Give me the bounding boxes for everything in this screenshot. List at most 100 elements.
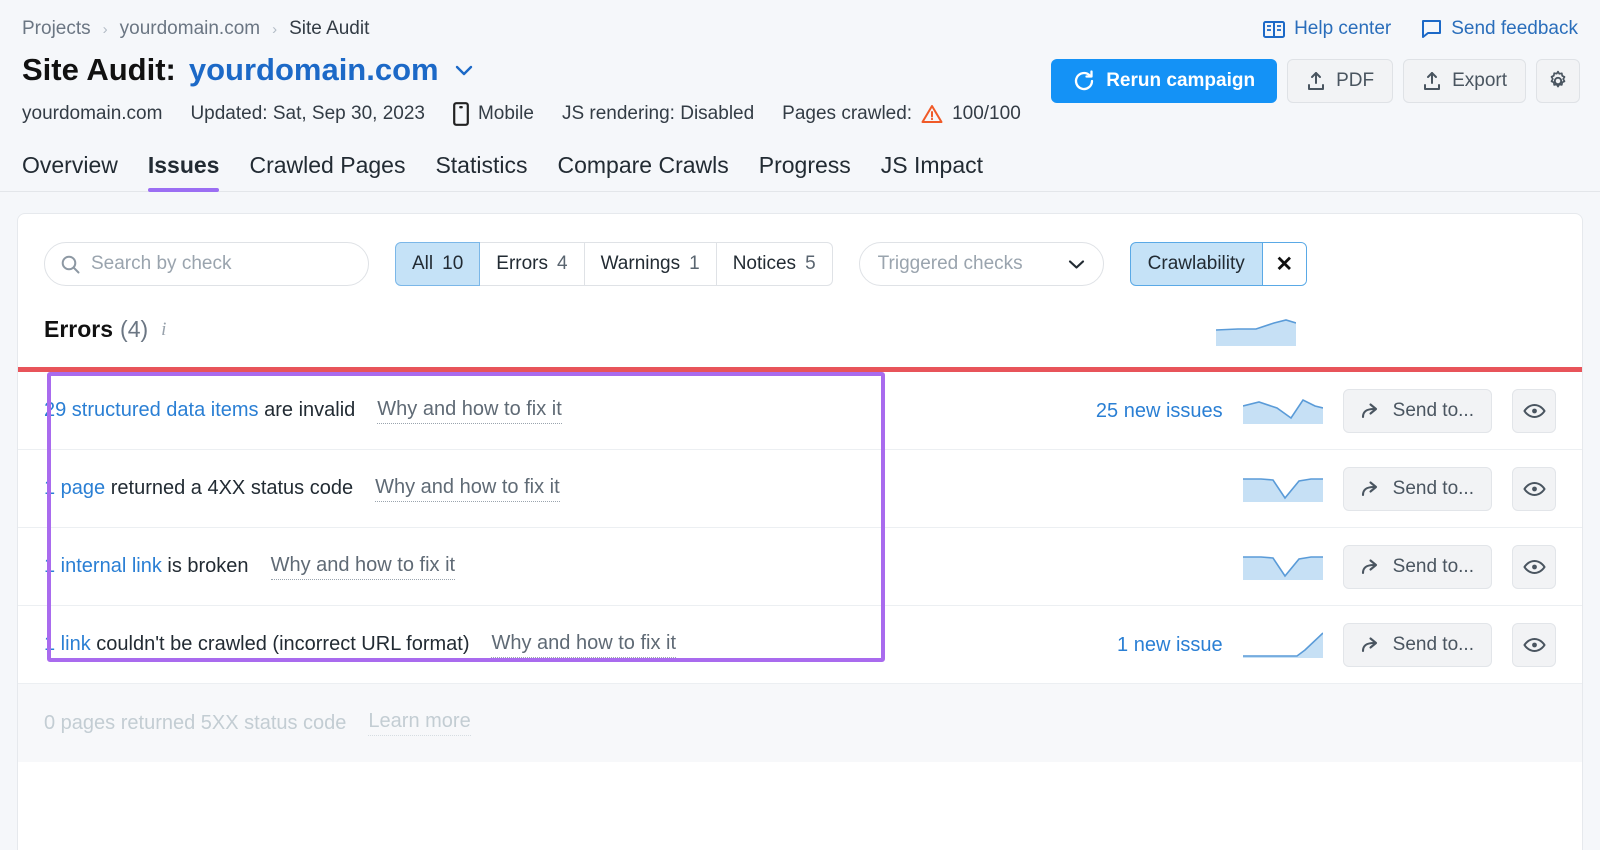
search-icon — [61, 255, 80, 274]
issue-count-link[interactable]: 29 structured data items — [44, 399, 259, 421]
share-arrow-icon — [1361, 558, 1382, 576]
tab-crawled-pages[interactable]: Crawled Pages — [249, 152, 405, 191]
hide-issue-button[interactable] — [1512, 389, 1556, 433]
meta-domain: yourdomain.com — [22, 103, 162, 125]
close-icon[interactable]: ✕ — [1262, 243, 1306, 285]
send-to-label: Send to... — [1393, 478, 1474, 500]
meta-pages-crawled-value: 100/100 — [952, 103, 1021, 125]
tab-issues[interactable]: Issues — [148, 152, 220, 191]
project-domain-selector[interactable]: yourdomain.com — [189, 52, 439, 88]
export-label: Export — [1452, 70, 1507, 92]
chevron-down-icon — [1068, 259, 1085, 270]
eye-icon — [1523, 481, 1546, 497]
send-to-button[interactable]: Send to... — [1343, 467, 1492, 511]
tab-js-impact[interactable]: JS Impact — [881, 152, 983, 191]
filter-segment-errors-label: Errors — [496, 253, 548, 275]
eye-icon — [1523, 637, 1546, 653]
table-row[interactable]: 1 link couldn't be crawled (incorrect UR… — [18, 606, 1582, 684]
filter-segment-all[interactable]: All 10 — [395, 242, 480, 286]
export-button[interactable]: Export — [1403, 59, 1526, 103]
gear-icon — [1547, 70, 1569, 92]
tab-progress[interactable]: Progress — [759, 152, 851, 191]
row-actions: Send to... — [1073, 450, 1556, 528]
row-actions: 25 new issues Send to... — [1073, 372, 1556, 450]
send-to-label: Send to... — [1393, 556, 1474, 578]
why-and-how-link[interactable]: Why and how to fix it — [271, 554, 456, 580]
pdf-export-label: PDF — [1336, 70, 1374, 92]
send-feedback-link[interactable]: Send feedback — [1421, 18, 1578, 40]
errors-title: Errors — [44, 316, 113, 343]
refresh-icon — [1073, 70, 1095, 92]
send-to-button[interactable]: Send to... — [1343, 389, 1492, 433]
issue-rest-text: are invalid — [259, 399, 356, 421]
rerun-campaign-button[interactable]: Rerun campaign — [1051, 59, 1277, 103]
speech-bubble-icon — [1421, 19, 1442, 39]
table-row[interactable]: 0 pages returned 5XX status code Learn m… — [18, 684, 1582, 762]
rerun-campaign-label: Rerun campaign — [1106, 70, 1255, 92]
hide-issue-button[interactable] — [1512, 545, 1556, 589]
issues-panel: All 10 Errors 4 Warnings 1 Notices 5 Tri… — [17, 213, 1583, 850]
filter-segment-notices-count: 5 — [805, 253, 816, 275]
new-issues-link[interactable]: 1 new issue — [1073, 634, 1223, 657]
filter-bar: All 10 Errors 4 Warnings 1 Notices 5 Tri… — [18, 214, 1582, 286]
send-feedback-label: Send feedback — [1451, 18, 1578, 40]
issue-sparkline — [1243, 552, 1323, 582]
meta-device: Mobile — [453, 102, 534, 126]
send-to-label: Send to... — [1393, 400, 1474, 422]
hide-issue-button[interactable] — [1512, 623, 1556, 667]
meta-updated: Updated: Sat, Sep 30, 2023 — [190, 103, 425, 125]
settings-button[interactable] — [1536, 59, 1580, 103]
issue-title: 0 pages returned 5XX status code — [44, 712, 346, 735]
search-box[interactable] — [44, 242, 369, 286]
filter-segment-notices[interactable]: Notices 5 — [717, 242, 833, 286]
new-issues-link[interactable]: 25 new issues — [1073, 400, 1223, 423]
why-and-how-link[interactable]: Why and how to fix it — [491, 632, 676, 658]
issue-title: 1 page returned a 4XX status code — [44, 477, 353, 500]
issues-list: 29 structured data items are invalid Why… — [18, 372, 1582, 762]
book-icon — [1263, 20, 1285, 39]
filter-segment-errors[interactable]: Errors 4 — [480, 242, 584, 286]
hide-issue-button[interactable] — [1512, 467, 1556, 511]
eye-icon — [1523, 403, 1546, 419]
row-actions: 1 new issue Send to... — [1073, 606, 1556, 684]
breadcrumb-item-site-audit: Site Audit — [289, 18, 369, 40]
tab-overview[interactable]: Overview — [22, 152, 118, 191]
chevron-down-icon[interactable] — [454, 64, 474, 77]
filter-segment-warnings[interactable]: Warnings 1 — [585, 242, 717, 286]
mobile-icon — [453, 102, 469, 126]
tab-compare-crawls[interactable]: Compare Crawls — [557, 152, 728, 191]
help-center-link[interactable]: Help center — [1263, 18, 1391, 40]
share-arrow-icon — [1361, 402, 1382, 420]
learn-more-link[interactable]: Learn more — [368, 710, 470, 736]
chip-label: Crawlability — [1131, 243, 1262, 285]
active-filter-chip-crawlability[interactable]: Crawlability ✕ — [1130, 242, 1307, 286]
table-row[interactable]: 1 page returned a 4XX status code Why an… — [18, 450, 1582, 528]
why-and-how-link[interactable]: Why and how to fix it — [377, 398, 562, 424]
search-input[interactable] — [91, 253, 352, 275]
breadcrumb-item-domain[interactable]: yourdomain.com — [120, 18, 260, 40]
tab-statistics[interactable]: Statistics — [435, 152, 527, 191]
filter-segment-errors-count: 4 — [557, 253, 568, 275]
errors-count: (4) — [120, 316, 148, 343]
issue-count-link[interactable]: 1 page — [44, 477, 105, 499]
issue-count-link[interactable]: 0 pages — [44, 712, 115, 734]
table-row[interactable]: 1 internal link is broken Why and how to… — [18, 528, 1582, 606]
send-to-button[interactable]: Send to... — [1343, 545, 1492, 589]
table-row[interactable]: 29 structured data items are invalid Why… — [18, 372, 1582, 450]
errors-header-sparkline — [1216, 316, 1296, 350]
pdf-export-button[interactable]: PDF — [1287, 59, 1393, 103]
help-center-label: Help center — [1294, 18, 1391, 40]
why-and-how-link[interactable]: Why and how to fix it — [375, 476, 560, 502]
meta-device-label: Mobile — [478, 103, 534, 125]
breadcrumb-item-projects[interactable]: Projects — [22, 18, 91, 40]
header-actions-group: Rerun campaign PDF Export — [1051, 59, 1580, 103]
issue-title: 29 structured data items are invalid — [44, 399, 355, 422]
issue-count-link[interactable]: 1 link — [44, 633, 91, 655]
triggered-checks-dropdown[interactable]: Triggered checks — [859, 242, 1104, 286]
meta-js-rendering: JS rendering: Disabled — [562, 103, 754, 125]
issue-rest-text: couldn't be crawled (incorrect URL forma… — [91, 633, 470, 655]
share-arrow-icon — [1361, 636, 1382, 654]
issue-count-link[interactable]: 1 internal link — [44, 555, 162, 577]
send-to-button[interactable]: Send to... — [1343, 623, 1492, 667]
info-icon[interactable]: i — [161, 319, 166, 341]
